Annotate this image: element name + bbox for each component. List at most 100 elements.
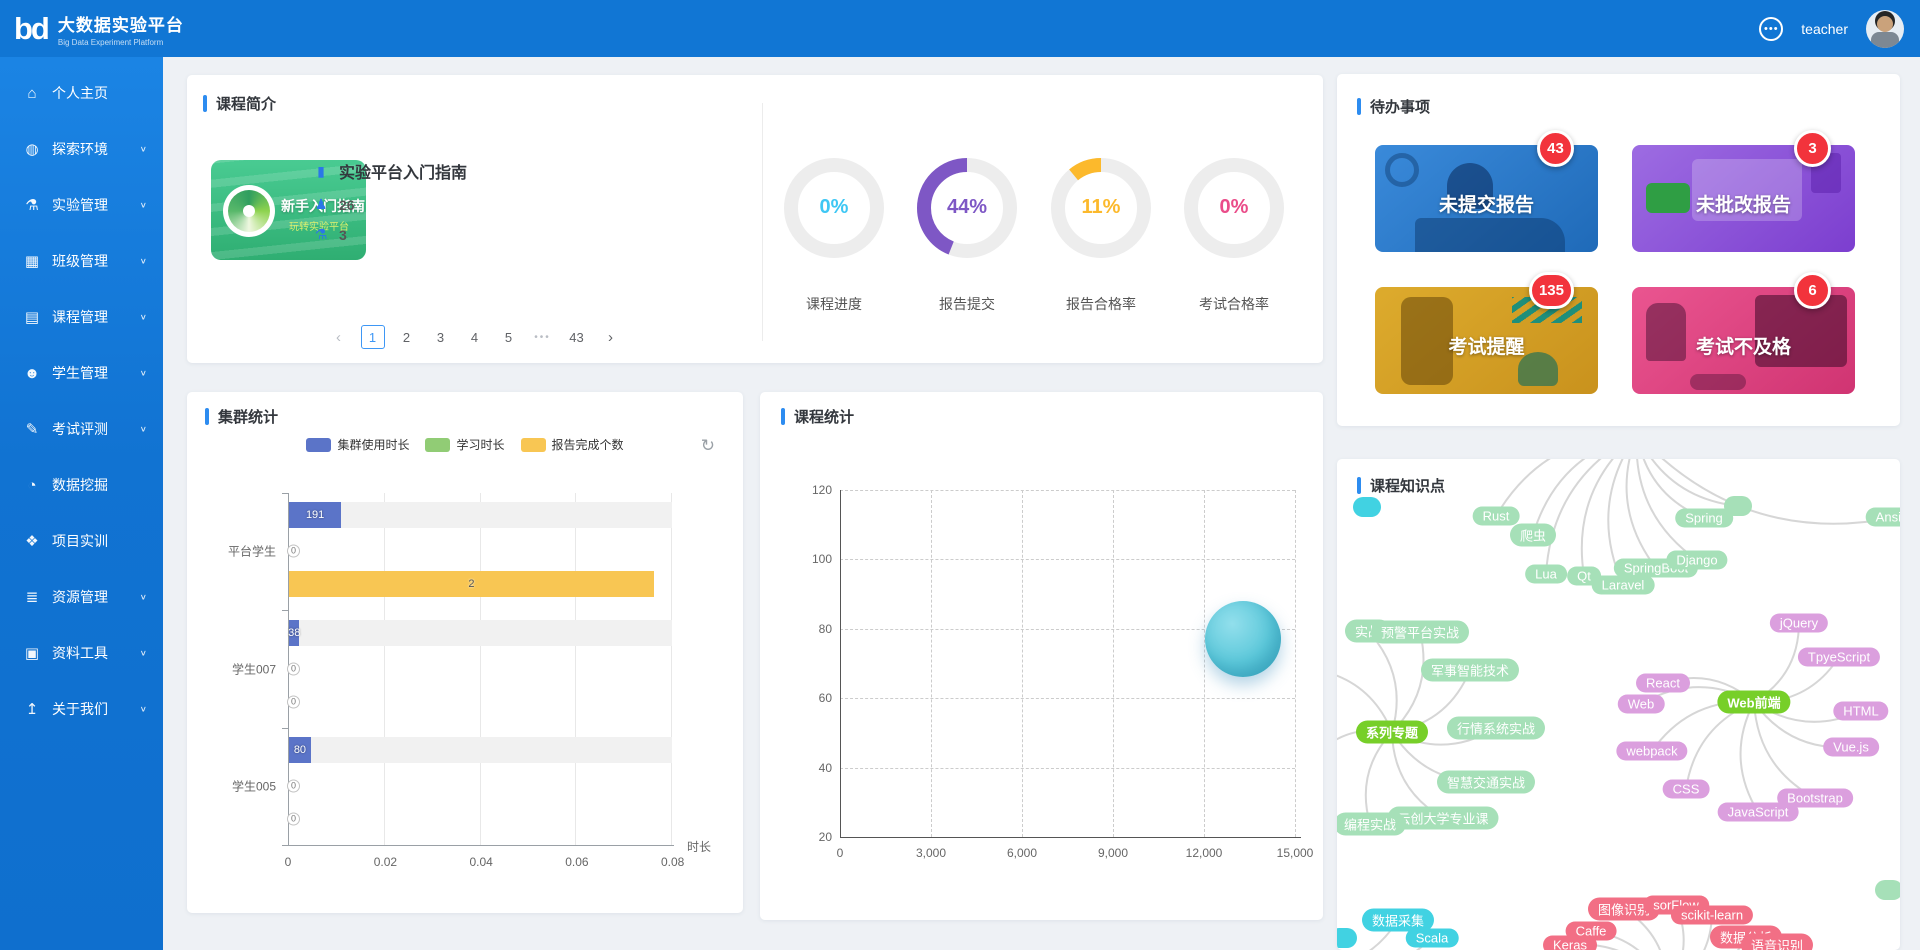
top-header: bd 大数据实验平台 Big Data Experiment Platform … [0,0,1920,57]
knowledge-node-智慧交通实战[interactable]: 智慧交通实战 [1437,771,1535,794]
knowledge-node-爬虫[interactable]: 爬虫 [1510,524,1556,547]
knowledge-node-Laravel[interactable]: Laravel [1592,576,1655,595]
knowledge-node-partial[interactable] [1875,880,1900,900]
student-count: 26 [339,197,355,213]
sidebar-item-project[interactable]: ❖项目实训 [0,513,163,569]
chevron-down-icon: ∨ [140,201,147,210]
todo-badge: 43 [1537,130,1574,167]
title-accent-bar [203,95,207,112]
username-label[interactable]: teacher [1801,21,1848,37]
knowledge-node-Ansible[interactable]: Ansible [1866,508,1900,527]
donut-label: 考试合格率 [1162,294,1306,314]
knowledge-node-partial[interactable] [1724,496,1752,516]
x-tick-label: 3,000 [907,846,955,860]
todo-card-label: 未批改报告 [1632,190,1855,217]
knowledge-node-webpack[interactable]: webpack [1616,742,1687,761]
sidebar-item-explore[interactable]: ◍探索环境∨ [0,121,163,177]
x-tick-label: 15,000 [1271,846,1319,860]
sidebar-item-exam[interactable]: ✎考试评测∨ [0,401,163,457]
data-bubble[interactable] [1205,601,1281,677]
page-button-3[interactable]: 3 [429,325,453,349]
mining-icon: ◔ [22,477,42,494]
sidebar-item-course[interactable]: ▤课程管理∨ [0,289,163,345]
sidebar-item-mining[interactable]: ◔数据挖掘 [0,457,163,513]
knowledge-panel: 课程知识点 Rust爬虫LuaQtLaravelSpringBootDjango… [1337,459,1900,950]
knowledge-node-Lua[interactable]: Lua [1525,565,1567,584]
knowledge-node-Rust[interactable]: Rust [1473,507,1520,526]
x-tick-label: 0.08 [661,855,681,869]
page-next-button[interactable]: › [599,325,623,349]
page-button-43[interactable]: 43 [565,325,589,349]
course-icon: ▤ [22,308,42,326]
knowledge-node-HTML[interactable]: HTML [1833,702,1888,721]
knowledge-node-Django[interactable]: Django [1666,551,1727,570]
knowledge-node-Spring[interactable]: Spring [1675,509,1733,528]
todo-card-未批改报告[interactable]: 未批改报告3 [1632,145,1855,252]
y-tick-label: 120 [796,483,832,497]
knowledge-node-CSS[interactable]: CSS [1663,780,1710,799]
chevron-down-icon: ∨ [140,705,147,714]
sidebar-item-experiment[interactable]: ⚗实验管理∨ [0,177,163,233]
chevron-down-icon: ∨ [140,257,147,266]
todo-badge: 3 [1794,130,1831,167]
donut-课程进度: 0%课程进度 [782,156,886,265]
chevron-down-icon: ∨ [140,145,147,154]
knowledge-node-行情系统实战[interactable]: 行情系统实战 [1447,717,1545,740]
knowledge-node-Scala[interactable]: Scala [1406,929,1459,948]
knowledge-node-TpyeScript[interactable]: TpyeScript [1798,648,1880,667]
sidebar-item-student[interactable]: ☻学生管理∨ [0,345,163,401]
knowledge-node-预警平台实战[interactable]: 预警平台实战 [1371,621,1469,644]
knowledge-node-partial[interactable] [1337,928,1357,948]
message-icon[interactable]: ••• [1759,17,1783,41]
todo-card-未提交报告[interactable]: 未提交报告43 [1375,145,1598,252]
knowledge-node-jQuery[interactable]: jQuery [1770,614,1828,633]
about-icon: ↥ [22,700,42,718]
knowledge-node-编程实战[interactable]: 编程实战 [1337,813,1406,836]
knowledge-node-React[interactable]: React [1636,674,1690,693]
knowledge-node-系列专题[interactable]: 系列专题 [1356,721,1428,744]
x-tick-label: 12,000 [1180,846,1228,860]
page-button-5[interactable]: 5 [497,325,521,349]
platform-title: 大数据实验平台 [58,11,184,36]
knowledge-node-JavaScript[interactable]: JavaScript [1718,803,1799,822]
todo-card-label: 未提交报告 [1375,190,1598,217]
sidebar-item-tools[interactable]: ▣资料工具∨ [0,625,163,681]
explore-icon: ◍ [22,140,42,158]
page-button-4[interactable]: 4 [463,325,487,349]
bar-集群使用时长: 38 [289,620,299,646]
sidebar-item-home[interactable]: ⌂个人主页 [0,65,163,121]
knowledge-node-Web[interactable]: Web [1618,695,1665,714]
chevron-down-icon: ∨ [140,593,147,602]
knowledge-node-partial[interactable] [1353,497,1381,517]
page-ellipsis[interactable]: ••• [531,325,555,349]
page-button-1[interactable]: 1 [361,325,385,349]
todo-card-考试提醒[interactable]: 考试提醒135 [1375,287,1598,394]
sidebar-item-resource[interactable]: ≣资源管理∨ [0,569,163,625]
sidebar-item-class[interactable]: ▦班级管理∨ [0,233,163,289]
sidebar-item-label: 资料工具 [52,643,108,663]
progress-donuts: 0%课程进度44%报告提交11%报告合格率0%考试合格率 [762,75,1323,363]
user-avatar[interactable] [1866,10,1904,48]
donut-报告提交: 44%报告提交 [915,156,1019,265]
y-tick-label: 60 [796,691,832,705]
knowledge-node-Web前端[interactable]: Web前端 [1717,691,1790,714]
todo-card-考试不及格[interactable]: 考试不及格6 [1632,287,1855,394]
donut-percent: 44% [915,196,1019,219]
knowledge-node-军事智能技术[interactable]: 军事智能技术 [1421,659,1519,682]
page-prev-button[interactable]: ‹ [327,325,351,349]
sidebar-item-about[interactable]: ↥关于我们∨ [0,681,163,737]
course-title[interactable]: 实验平台入门指南 [339,159,467,183]
y-tick-label: 100 [796,552,832,566]
knowledge-node-语音识别[interactable]: 语音识别 [1741,934,1813,950]
chevron-down-icon: ∨ [140,425,147,434]
bar-集群使用时长: 80 [289,737,311,763]
knowledge-node-Vue.js[interactable]: Vue.js [1823,738,1879,757]
page-button-2[interactable]: 2 [395,325,419,349]
sidebar-item-label: 个人主页 [52,83,108,103]
knowledge-node-scikit-learn[interactable]: scikit-learn [1671,906,1753,925]
knowledge-title: 课程知识点 [1370,475,1445,496]
brand-logo[interactable]: bd 大数据实验平台 Big Data Experiment Platform [0,11,184,47]
knowledge-node-Keras[interactable]: Keras [1543,936,1597,950]
project-icon: ❖ [22,532,42,550]
tools-icon: ▣ [22,644,42,662]
